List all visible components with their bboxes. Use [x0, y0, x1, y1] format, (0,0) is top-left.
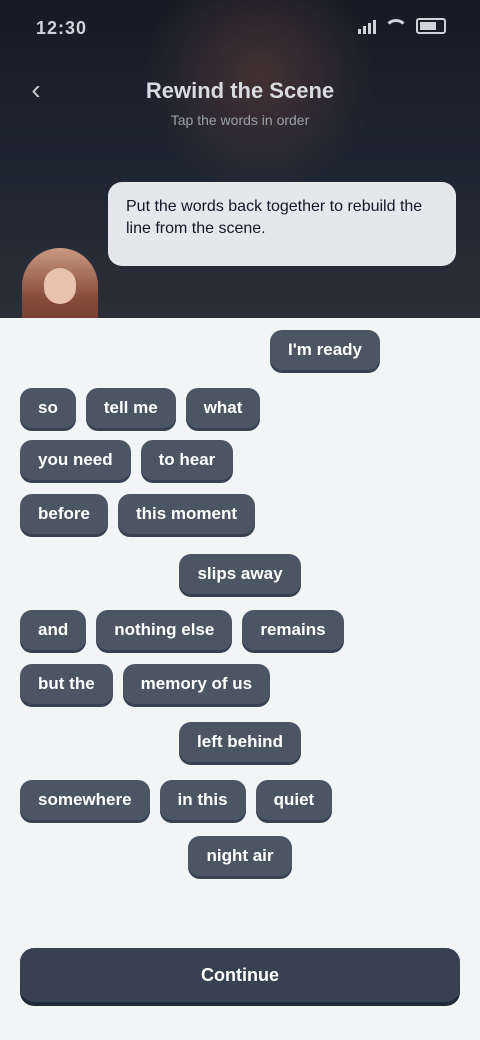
word-chip[interactable]: nothing else [96, 610, 233, 650]
word-row: but the memory of us [20, 664, 460, 708]
word-chip[interactable]: quiet [255, 780, 333, 820]
word-row: before this moment [20, 494, 460, 538]
status-bar: 12:30 [0, 0, 480, 60]
word-chip[interactable]: and [20, 610, 87, 650]
word-row: so tell me what [20, 388, 460, 432]
status-time: 12:30 [36, 18, 88, 38]
word-chip[interactable]: somewhere [20, 780, 150, 820]
word-chip[interactable]: in this [159, 780, 246, 820]
status-icons [358, 18, 446, 34]
signal-icon [358, 18, 376, 34]
word-chip[interactable]: before [20, 494, 108, 534]
word-chip[interactable]: memory of us [122, 664, 271, 704]
word-chip[interactable]: to hear [140, 440, 234, 480]
battery-icon [416, 18, 446, 34]
speech-bubble: Put the words back together to rebuild t… [108, 182, 456, 266]
continue-button[interactable]: Continue [20, 948, 460, 1002]
word-chip[interactable]: I'm ready [270, 330, 380, 370]
word-chip[interactable]: slips away [179, 554, 301, 594]
page-title: Rewind the Scene [145, 78, 335, 103]
page-subtitle: Tap the words in order [170, 112, 310, 128]
word-row: you need to hear [20, 440, 460, 484]
back-button[interactable]: ‹ [16, 70, 56, 110]
character-avatar [22, 248, 98, 328]
word-row: left behind [20, 722, 460, 766]
word-chip[interactable]: this moment [117, 494, 256, 534]
word-row: night air [20, 836, 460, 880]
word-chip[interactable]: tell me [85, 388, 176, 428]
word-row: slips away [20, 554, 460, 598]
word-chip[interactable]: you need [20, 440, 131, 480]
word-chip[interactable]: remains [242, 610, 344, 650]
wifi-icon [384, 18, 408, 34]
chevron-left-icon: ‹ [31, 74, 41, 105]
word-chip[interactable]: left behind [179, 722, 301, 762]
word-row: and nothing else remains [20, 610, 460, 654]
word-bank: I'm ready so tell me what you need to hear bef… [0, 318, 480, 918]
word-chip[interactable]: night air [188, 836, 292, 876]
word-chip[interactable]: what [185, 388, 261, 428]
avatar-face [44, 268, 76, 304]
word-row: I'm ready [20, 330, 380, 374]
word-row: somewhere in this quiet [20, 780, 460, 824]
word-chip[interactable]: but the [20, 664, 113, 704]
word-chip[interactable]: so [20, 388, 76, 428]
